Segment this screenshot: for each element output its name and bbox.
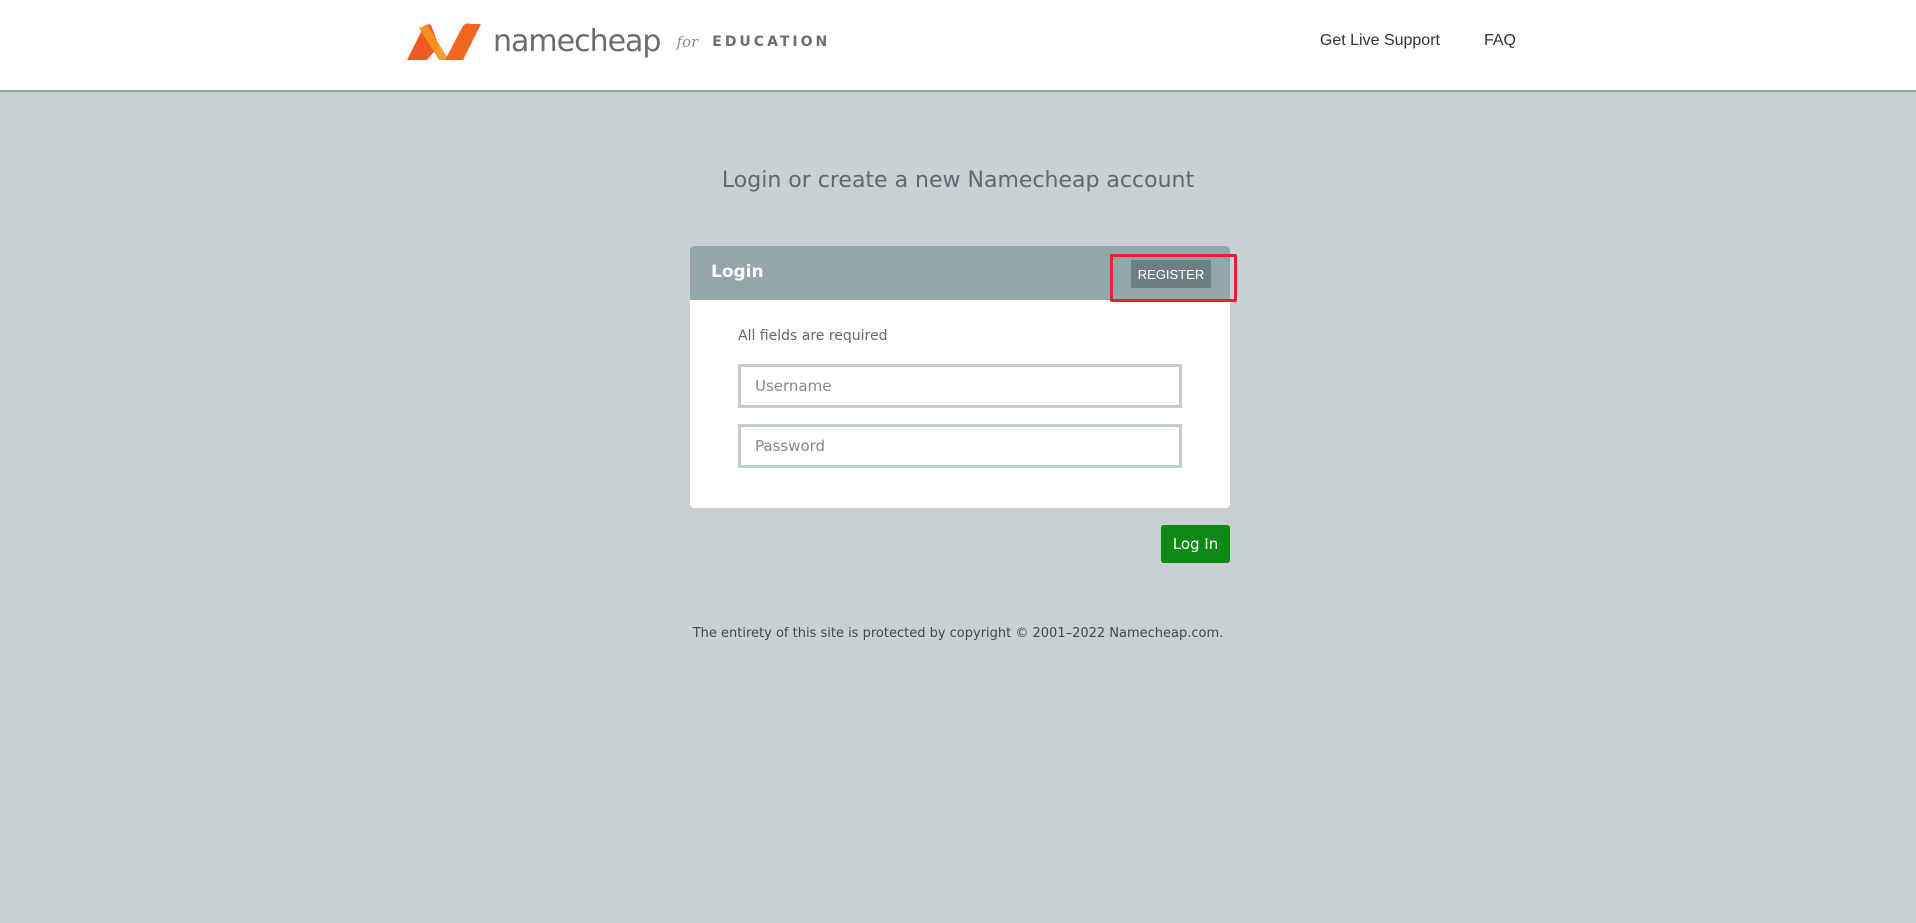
site-header: namecheap for EDUCATION Get Live Support…: [0, 0, 1916, 92]
login-card: Login REGISTER All fields are required: [690, 246, 1230, 508]
nav-live-support-link[interactable]: Get Live Support: [1320, 32, 1440, 50]
header-nav: Get Live Support FAQ: [1320, 32, 1516, 50]
register-button[interactable]: REGISTER: [1131, 260, 1211, 288]
page-title: Login or create a new Namecheap account: [721, 168, 1195, 193]
login-card-header: Login REGISTER: [690, 246, 1230, 300]
nav-faq-link[interactable]: FAQ: [1484, 32, 1516, 50]
logo-wordmark: namecheap: [493, 24, 661, 59]
password-input[interactable]: [738, 424, 1182, 468]
logo-for-text: for: [676, 33, 699, 51]
login-button[interactable]: Log In: [1161, 525, 1230, 563]
username-input[interactable]: [738, 364, 1182, 408]
namecheap-education-logo[interactable]: namecheap for EDUCATION: [405, 20, 830, 64]
logo-education-text: EDUCATION: [712, 34, 831, 50]
footer-copyright: The entirety of this site is protected b…: [692, 626, 1224, 641]
login-card-title: Login: [711, 262, 764, 282]
required-fields-note: All fields are required: [738, 328, 888, 344]
namecheap-logo-icon: [407, 23, 481, 60]
